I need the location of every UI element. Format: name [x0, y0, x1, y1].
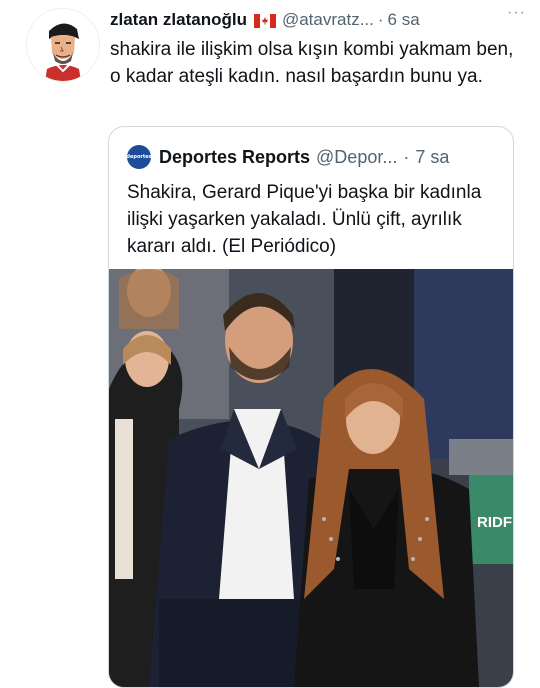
- quoted-user-handle[interactable]: @Depor...: [316, 147, 397, 168]
- canada-flag-icon: [253, 13, 276, 28]
- timestamp[interactable]: 6 sa: [388, 10, 420, 30]
- quoted-tweet-text: Shakira, Gerard Pique'yi başka bir kadın…: [127, 182, 482, 257]
- more-dots-icon[interactable]: ···: [507, 4, 526, 22]
- quoted-tweet-photo[interactable]: RIDF: [109, 269, 513, 687]
- tweet-header: zlatan zlatanoğlu @atavratz... · 6 sa: [110, 8, 530, 32]
- user-handle[interactable]: @atavratz...: [282, 10, 374, 30]
- cartoon-face-icon: [27, 9, 99, 81]
- photo-banner-text: RIDF: [477, 514, 512, 531]
- quoted-avatar-text: deportes: [126, 154, 152, 160]
- separator-dot: ·: [377, 10, 384, 29]
- quoted-tweet[interactable]: deportes Deportes Reports @Depor... · 7 …: [108, 126, 514, 688]
- quoted-separator-dot: ·: [403, 146, 410, 167]
- display-name[interactable]: zlatan zlatanoğlu: [110, 10, 247, 30]
- quoted-display-name[interactable]: Deportes Reports: [159, 147, 310, 168]
- user-avatar[interactable]: [26, 8, 100, 82]
- tweet-text: shakira ile ilişkim olsa kışın kombi yak…: [110, 39, 514, 87]
- tweet[interactable]: zlatan zlatanoğlu @atavratz... · 6 sa ··…: [0, 0, 540, 688]
- quoted-timestamp[interactable]: 7 sa: [415, 147, 449, 168]
- quoted-user-avatar[interactable]: deportes: [126, 145, 152, 169]
- quoted-tweet-header: deportes Deportes Reports @Depor... · 7 …: [126, 145, 449, 169]
